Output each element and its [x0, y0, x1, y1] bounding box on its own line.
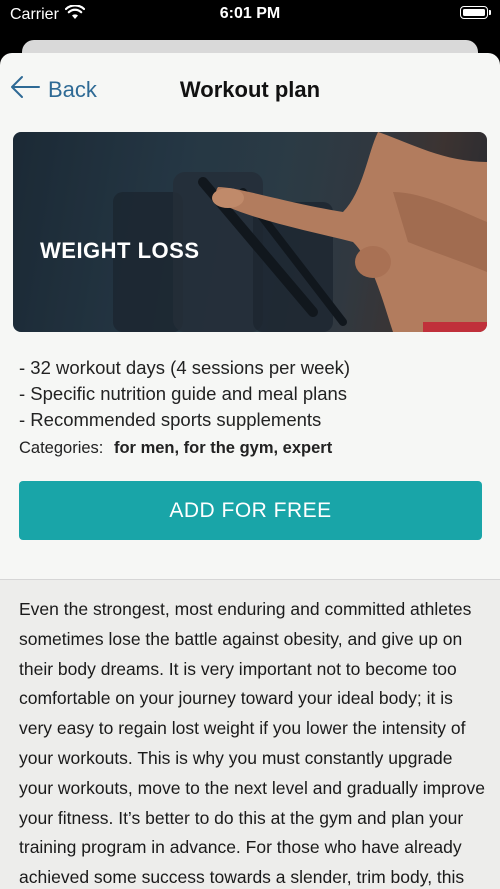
battery-icon	[460, 6, 491, 19]
description-section[interactable]: Even the strongest, most enduring and co…	[0, 580, 500, 889]
page-title: Workout plan	[179, 77, 321, 102]
categories-values: for men, for the gym, expert	[113, 439, 333, 457]
navigation-bar: Back Workout plan	[0, 53, 500, 128]
hero-banner: WEIGHT LOSS	[13, 132, 487, 332]
hero-photo	[13, 132, 487, 332]
feature-item: - 32 workout days (4 sessions per week)	[19, 357, 351, 378]
feature-item: - Specific nutrition guide and meal plan…	[19, 383, 348, 404]
feature-list: - 32 workout days (4 sessions per week) …	[19, 355, 350, 433]
hero-label: WEIGHT LOSS	[40, 238, 200, 263]
feature-item: - Recommended sports supplements	[19, 409, 322, 430]
status-bar: Carrier 6:01 PM	[0, 0, 500, 30]
categories-row: Categories: for men, for the gym, expert	[19, 439, 332, 458]
status-time: 6:01 PM	[219, 5, 281, 22]
workout-plan-sheet: Back Workout plan WEIGHT LOSS - 32 worko…	[0, 53, 500, 889]
add-for-free-button[interactable]: ADD FOR FREE	[19, 481, 482, 540]
description-text: Even the strongest, most enduring and co…	[19, 599, 485, 888]
categories-label: Categories:	[19, 439, 104, 457]
